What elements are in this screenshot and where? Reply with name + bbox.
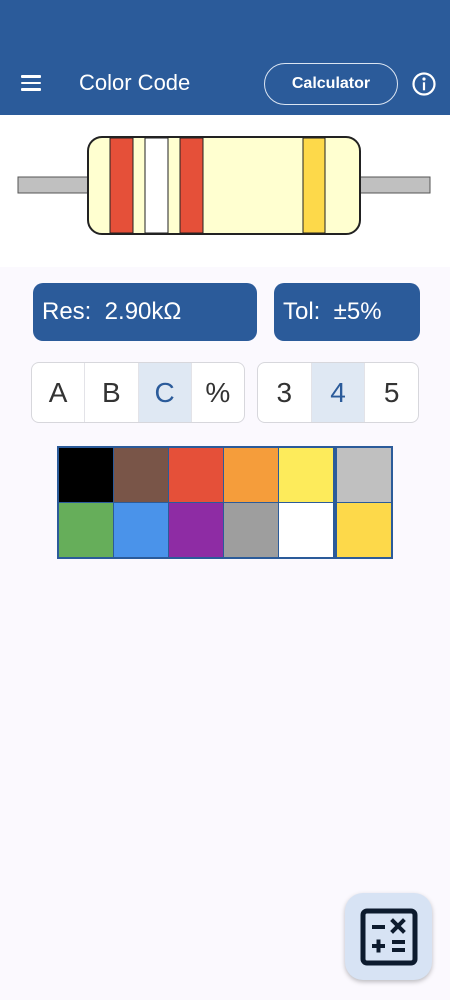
app-title: Color Code: [79, 70, 191, 95]
band-selector: A B C%: [31, 362, 245, 423]
resistor-band-2[interactable]: [144, 137, 169, 234]
swatch-red[interactable]: [169, 448, 223, 502]
band-option[interactable]: C: [138, 363, 192, 422]
swatch-white[interactable]: [279, 503, 333, 557]
right-lead: [357, 176, 431, 194]
swatch-black[interactable]: [59, 448, 113, 502]
band-count-selector: 345: [257, 362, 419, 423]
menu-icon-line: [21, 88, 41, 91]
swatch-gold[interactable]: [337, 503, 391, 557]
tolerance-readout: Tol: ±5%: [274, 283, 420, 341]
band-count-option[interactable]: 4: [311, 363, 366, 422]
swatch-orange[interactable]: [224, 448, 278, 502]
band-option[interactable]: %: [192, 363, 244, 422]
band-option[interactable]: B: [85, 363, 139, 422]
resistor-band-3[interactable]: [179, 137, 204, 234]
resistor-preview: [0, 115, 450, 267]
menu-icon-line: [21, 81, 41, 85]
calculator-button[interactable]: Calculator: [264, 63, 398, 105]
resistance-readout: Res: 2.90kΩ: [33, 283, 257, 341]
resistor-graphic: [17, 136, 431, 235]
resistor-band-1[interactable]: [109, 137, 134, 234]
swatch-brown[interactable]: [114, 448, 168, 502]
color-palette: [57, 446, 393, 559]
swatch-gray[interactable]: [224, 503, 278, 557]
menu-icon: [21, 75, 41, 78]
calculator-icon: [360, 908, 417, 965]
band-option[interactable]: A: [32, 363, 86, 422]
menu-button[interactable]: [14, 66, 48, 100]
swatch-yellow[interactable]: [279, 448, 333, 502]
info-icon[interactable]: [409, 69, 439, 99]
swatch-silver[interactable]: [337, 448, 391, 502]
calculator-fab[interactable]: [345, 893, 432, 980]
band-count-option[interactable]: 3: [258, 363, 312, 422]
resistor-band-4[interactable]: [302, 137, 326, 234]
app-bar: Color Code Calculator: [0, 0, 450, 115]
swatch-blue[interactable]: [114, 503, 168, 557]
band-count-option[interactable]: 5: [365, 363, 418, 422]
left-lead: [17, 176, 91, 194]
swatch-violet[interactable]: [169, 503, 223, 557]
swatch-green[interactable]: [59, 503, 113, 557]
